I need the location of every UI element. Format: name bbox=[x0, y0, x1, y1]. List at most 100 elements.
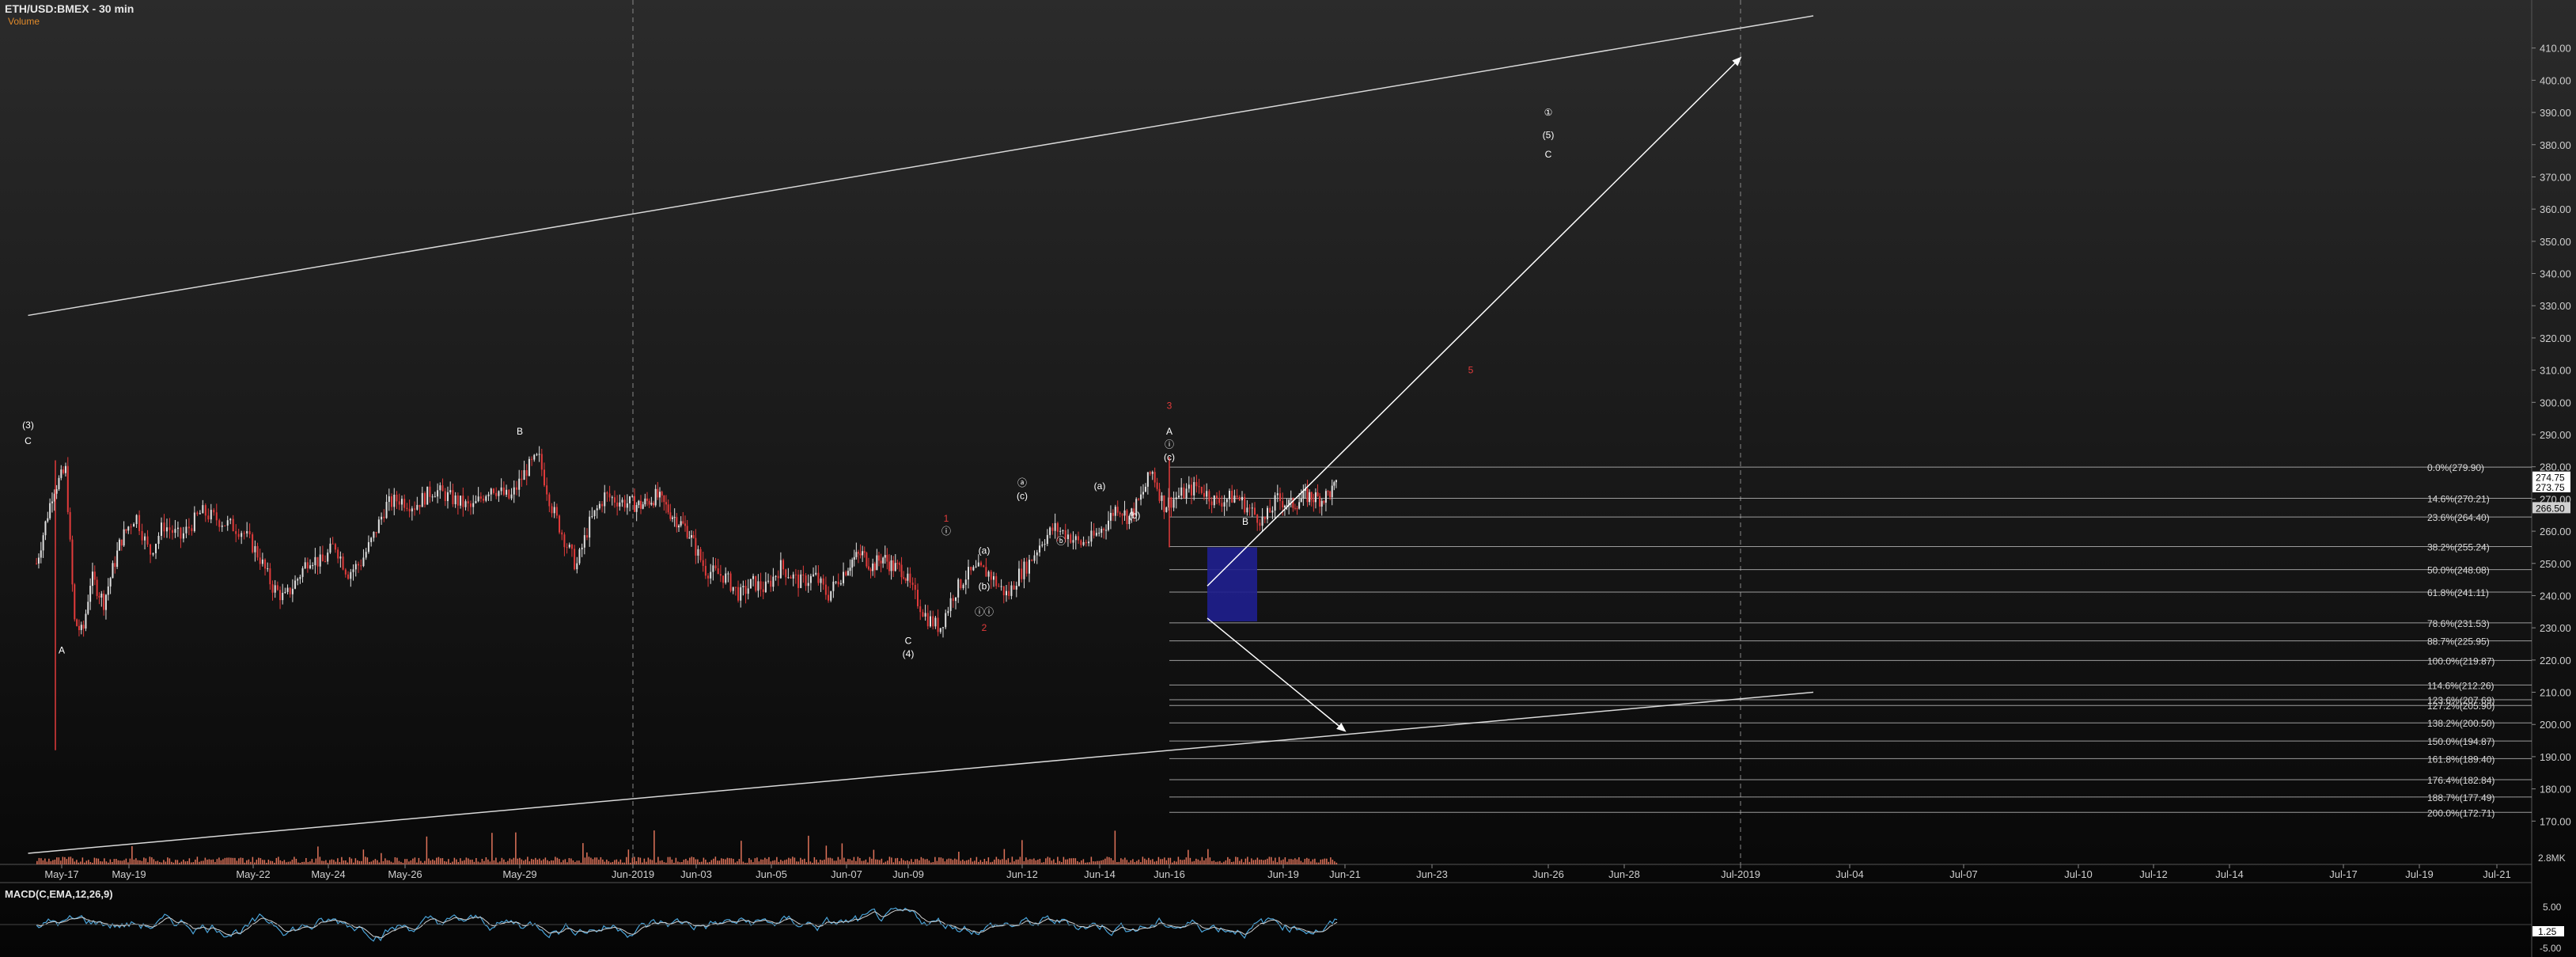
macd-value-label: 1.25 bbox=[2538, 926, 2557, 937]
candle-body bbox=[259, 557, 261, 564]
volume-bar bbox=[358, 860, 361, 864]
volume-bar bbox=[135, 858, 137, 864]
candle-body bbox=[269, 568, 271, 585]
volume-bar bbox=[1279, 856, 1280, 864]
candle-body bbox=[782, 560, 785, 570]
volume-bar bbox=[687, 860, 689, 864]
volume-bar bbox=[762, 859, 764, 864]
volume-bar bbox=[916, 859, 919, 864]
volume-bar bbox=[354, 858, 357, 864]
candle-body bbox=[807, 583, 809, 587]
volume-bar bbox=[709, 861, 710, 864]
price-chart[interactable]: 170.00180.00190.00200.00210.00220.00230.… bbox=[0, 0, 2576, 957]
candle-body bbox=[851, 560, 854, 568]
candle-body bbox=[1323, 500, 1325, 503]
candle-body bbox=[646, 498, 648, 501]
volume-bar bbox=[303, 861, 305, 864]
wave-label: (3) bbox=[22, 420, 34, 431]
candle-body bbox=[911, 583, 914, 585]
volume-bar bbox=[1097, 860, 1098, 864]
volume-bar bbox=[307, 861, 309, 864]
volume-bar bbox=[970, 857, 972, 864]
volume-bar bbox=[234, 857, 236, 864]
candle-body bbox=[1090, 530, 1093, 542]
volume-bar bbox=[402, 862, 404, 864]
candle-body bbox=[1290, 498, 1292, 500]
candle-body bbox=[243, 533, 245, 534]
volume-bar bbox=[1264, 860, 1267, 864]
volume-bar bbox=[369, 861, 370, 864]
volume-bar bbox=[760, 859, 762, 864]
volume-bar bbox=[477, 861, 479, 864]
candle-body bbox=[304, 562, 306, 568]
y-tick-label: 330.00 bbox=[2540, 300, 2571, 312]
candle-body bbox=[548, 494, 551, 507]
candle-body bbox=[830, 591, 832, 601]
volume-bar bbox=[222, 859, 224, 864]
volume-bar bbox=[990, 862, 991, 864]
fib-level-label: 188.7%(177.49) bbox=[2427, 792, 2495, 803]
volume-bar bbox=[457, 862, 460, 864]
candle-body bbox=[787, 577, 790, 579]
volume-bar bbox=[780, 860, 782, 864]
candle-body bbox=[204, 505, 206, 516]
volume-bar bbox=[956, 859, 958, 864]
volume-bar bbox=[1229, 859, 1231, 864]
wave-label: ⓑ bbox=[1056, 535, 1066, 546]
candle-body bbox=[130, 526, 132, 528]
candle-body bbox=[210, 510, 212, 520]
candle-body bbox=[1015, 586, 1017, 590]
volume-bar bbox=[381, 853, 382, 864]
volume-bar bbox=[315, 858, 317, 864]
volume-bar bbox=[1248, 861, 1251, 864]
candle-body bbox=[1023, 561, 1025, 579]
volume-bar bbox=[1176, 861, 1177, 864]
candle-body bbox=[809, 575, 812, 583]
volume-bar bbox=[721, 858, 722, 864]
volume-bar bbox=[796, 861, 797, 864]
volume-bar bbox=[938, 857, 940, 864]
volume-bar bbox=[857, 856, 859, 864]
candle-body bbox=[942, 627, 944, 629]
volume-bar bbox=[911, 859, 912, 864]
volume-bar bbox=[210, 860, 212, 864]
volume-bar bbox=[345, 860, 347, 864]
candle-body bbox=[568, 545, 570, 548]
candle-body bbox=[566, 547, 568, 549]
candle-body bbox=[1210, 501, 1213, 506]
volume-bar bbox=[1098, 860, 1100, 864]
volume-bar bbox=[1272, 860, 1275, 864]
candle-body bbox=[1327, 491, 1329, 492]
candle-body bbox=[1324, 491, 1327, 503]
candle-body bbox=[180, 527, 182, 539]
volume-bar bbox=[1063, 856, 1065, 864]
candle-body bbox=[1279, 493, 1281, 501]
volume-bar bbox=[833, 860, 835, 864]
candle-body bbox=[682, 521, 684, 524]
volume-bar bbox=[888, 856, 891, 864]
x-tick-label: Jul-19 bbox=[2405, 868, 2433, 880]
candle-body bbox=[1267, 507, 1268, 520]
volume-bar bbox=[192, 862, 195, 864]
volume-bar bbox=[38, 857, 40, 864]
volume-bar bbox=[196, 856, 199, 864]
volume-bar bbox=[406, 859, 408, 864]
candle-body bbox=[454, 495, 456, 504]
candle-body bbox=[1225, 499, 1228, 503]
candle-body bbox=[1033, 555, 1036, 561]
candle-body bbox=[727, 573, 729, 575]
candle-body bbox=[732, 587, 734, 591]
candle-body bbox=[441, 485, 444, 492]
volume-bar bbox=[390, 861, 392, 864]
volume-bar bbox=[634, 856, 635, 864]
volume-bar bbox=[1324, 858, 1326, 864]
candle-body bbox=[1254, 507, 1256, 515]
volume-bar bbox=[1267, 858, 1268, 864]
candle-body bbox=[176, 527, 179, 530]
volume-bar bbox=[208, 859, 210, 864]
volume-bar bbox=[1027, 860, 1029, 864]
candle-body bbox=[985, 567, 987, 577]
volume-bar bbox=[503, 859, 505, 864]
y-tick-label: 400.00 bbox=[2540, 74, 2571, 86]
volume-bar bbox=[869, 856, 871, 864]
